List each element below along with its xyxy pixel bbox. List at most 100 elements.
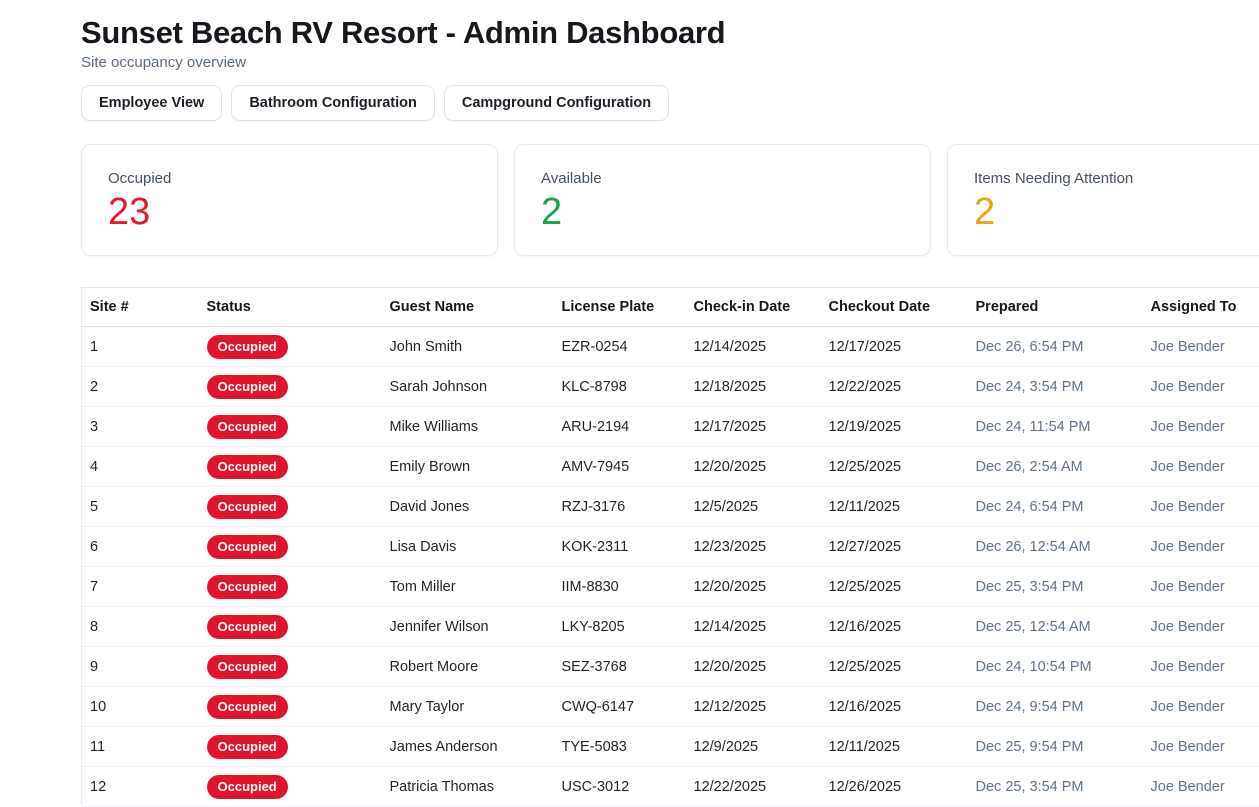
campground-configuration-button[interactable]: Campground Configuration	[444, 85, 669, 121]
cell-site-number: 11	[82, 727, 199, 767]
cell-status: Occupied	[199, 527, 382, 567]
cell-checkout-date: 12/26/2025	[821, 767, 968, 807]
cell-prepared: Dec 24, 3:54 PM	[968, 367, 1143, 407]
admin-dashboard-page: Sunset Beach RV Resort - Admin Dashboard…	[0, 0, 1259, 807]
cell-actions-cutoff	[1247, 767, 1259, 807]
cell-checkout-date: 12/25/2025	[821, 567, 968, 607]
cell-checkin-date: 12/20/2025	[686, 567, 821, 607]
cell-assigned-to: Joe Bender	[1143, 327, 1247, 367]
cell-status: Occupied	[199, 487, 382, 527]
column-header-assigned-to: Assigned To	[1143, 288, 1247, 327]
cell-license-plate: AMV-7945	[554, 447, 686, 487]
cell-prepared: Dec 24, 11:54 PM	[968, 407, 1143, 447]
status-badge: Occupied	[207, 575, 288, 599]
stat-card-occupied: Occupied 23	[81, 144, 498, 256]
cell-status: Occupied	[199, 767, 382, 807]
stat-label: Occupied	[108, 170, 497, 187]
cell-guest-name: Mike Williams	[382, 407, 554, 447]
cell-guest-name: Patricia Thomas	[382, 767, 554, 807]
cell-prepared: Dec 24, 6:54 PM	[968, 487, 1143, 527]
table-row: 11 Occupied James Anderson TYE-5083 12/9…	[82, 727, 1259, 767]
cell-assigned-to: Joe Bender	[1143, 367, 1247, 407]
cell-site-number: 9	[82, 647, 199, 687]
cell-checkin-date: 12/20/2025	[686, 447, 821, 487]
cell-status: Occupied	[199, 407, 382, 447]
table-row: 6 Occupied Lisa Davis KOK-2311 12/23/202…	[82, 527, 1259, 567]
column-header-cutoff	[1247, 288, 1259, 327]
stat-value: 2	[541, 193, 930, 231]
table-row: 4 Occupied Emily Brown AMV-7945 12/20/20…	[82, 447, 1259, 487]
cell-actions-cutoff	[1247, 327, 1259, 367]
cell-assigned-to: Joe Bender	[1143, 647, 1247, 687]
cell-guest-name: John Smith	[382, 327, 554, 367]
cell-actions-cutoff	[1247, 687, 1259, 727]
cell-site-number: 4	[82, 447, 199, 487]
cell-checkin-date: 12/20/2025	[686, 647, 821, 687]
cell-actions-cutoff	[1247, 647, 1259, 687]
cell-license-plate: TYE-5083	[554, 727, 686, 767]
cell-checkin-date: 12/5/2025	[686, 487, 821, 527]
cell-checkout-date: 12/11/2025	[821, 487, 968, 527]
status-badge: Occupied	[207, 415, 288, 439]
cell-checkin-date: 12/23/2025	[686, 527, 821, 567]
cell-prepared: Dec 26, 12:54 AM	[968, 527, 1143, 567]
cell-guest-name: Lisa Davis	[382, 527, 554, 567]
cell-site-number: 10	[82, 687, 199, 727]
cell-guest-name: David Jones	[382, 487, 554, 527]
cell-license-plate: ARU-2194	[554, 407, 686, 447]
cell-actions-cutoff	[1247, 367, 1259, 407]
cell-checkout-date: 12/11/2025	[821, 727, 968, 767]
cell-checkout-date: 12/17/2025	[821, 327, 968, 367]
cell-site-number: 2	[82, 367, 199, 407]
cell-checkout-date: 12/25/2025	[821, 647, 968, 687]
cell-assigned-to: Joe Bender	[1143, 607, 1247, 647]
table-row: 5 Occupied David Jones RZJ-3176 12/5/202…	[82, 487, 1259, 527]
cell-actions-cutoff	[1247, 527, 1259, 567]
cell-checkin-date: 12/18/2025	[686, 367, 821, 407]
stat-card-available: Available 2	[514, 144, 931, 256]
cell-guest-name: Emily Brown	[382, 447, 554, 487]
cell-assigned-to: Joe Bender	[1143, 487, 1247, 527]
cell-actions-cutoff	[1247, 727, 1259, 767]
cell-assigned-to: Joe Bender	[1143, 527, 1247, 567]
table-row: 8 Occupied Jennifer Wilson LKY-8205 12/1…	[82, 607, 1259, 647]
cell-site-number: 3	[82, 407, 199, 447]
employee-view-button[interactable]: Employee View	[81, 85, 222, 121]
cell-assigned-to: Joe Bender	[1143, 687, 1247, 727]
column-header-checkout-date: Checkout Date	[821, 288, 968, 327]
stat-value: 23	[108, 193, 497, 231]
site-occupancy-table: Site # Status Guest Name License Plate C…	[81, 287, 1259, 807]
column-header-site-number: Site #	[82, 288, 199, 327]
cell-license-plate: IIM-8830	[554, 567, 686, 607]
cell-assigned-to: Joe Bender	[1143, 567, 1247, 607]
cell-assigned-to: Joe Bender	[1143, 767, 1247, 807]
status-badge: Occupied	[207, 495, 288, 519]
cell-prepared: Dec 25, 3:54 PM	[968, 567, 1143, 607]
cell-status: Occupied	[199, 647, 382, 687]
column-header-prepared: Prepared	[968, 288, 1143, 327]
bathroom-configuration-button[interactable]: Bathroom Configuration	[231, 85, 435, 121]
cell-assigned-to: Joe Bender	[1143, 407, 1247, 447]
cell-license-plate: CWQ-6147	[554, 687, 686, 727]
cell-checkin-date: 12/14/2025	[686, 607, 821, 647]
status-badge: Occupied	[207, 335, 288, 359]
cell-license-plate: EZR-0254	[554, 327, 686, 367]
cell-license-plate: SEZ-3768	[554, 647, 686, 687]
cell-guest-name: Jennifer Wilson	[382, 607, 554, 647]
cell-prepared: Dec 24, 10:54 PM	[968, 647, 1143, 687]
cell-site-number: 6	[82, 527, 199, 567]
cell-checkin-date: 12/22/2025	[686, 767, 821, 807]
cell-assigned-to: Joe Bender	[1143, 447, 1247, 487]
cell-license-plate: KOK-2311	[554, 527, 686, 567]
cell-guest-name: Robert Moore	[382, 647, 554, 687]
cell-checkout-date: 12/16/2025	[821, 607, 968, 647]
stats-row: Occupied 23 Available 2 Items Needing At…	[81, 144, 1259, 256]
nav-button-row: Employee View Bathroom Configuration Cam…	[81, 85, 1259, 121]
stat-label: Available	[541, 170, 930, 187]
cell-status: Occupied	[199, 607, 382, 647]
cell-guest-name: Tom Miller	[382, 567, 554, 607]
status-badge: Occupied	[207, 535, 288, 559]
page-title: Sunset Beach RV Resort - Admin Dashboard	[81, 14, 1259, 51]
cell-status: Occupied	[199, 727, 382, 767]
table-row: 9 Occupied Robert Moore SEZ-3768 12/20/2…	[82, 647, 1259, 687]
